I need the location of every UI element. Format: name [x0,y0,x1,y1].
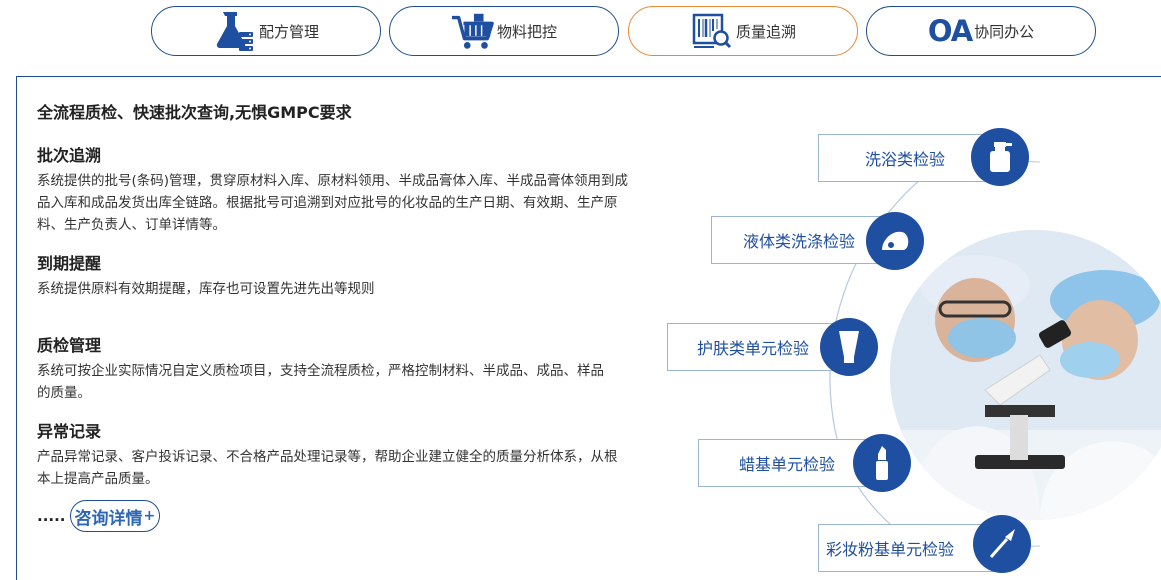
panel-headline: 全流程质检、快速批次查询,无惧GMPC要求 [37,103,352,122]
lipstick-icon [853,434,911,492]
tab-label: 协同办公 [974,22,1035,41]
section-body-batch-tracing: 系统提供的批号(条码)管理，贯穿原材料入库、原材料领用、半成品膏体入库、半成品膏… [37,173,629,233]
brush-icon [973,515,1031,573]
item-label: 彩妆粉基单元检验 [826,540,955,559]
item-wax-based-inspection[interactable]: 蜡基单元检验 [698,439,878,487]
item-label: 液体类洗涤检验 [743,232,856,251]
section-body-exception-records: 产品异常记录、客户投诉记录、不合格产品处理记录等，帮助企业建立健全的质量分析体系… [37,449,618,487]
cart-icon [451,10,495,52]
lab-photo [890,230,1161,520]
cream-tube-icon [820,318,878,376]
oa-icon: OA [927,14,973,48]
section-title-expiry-reminder: 到期提醒 [37,254,102,273]
item-liquid-wash-inspection[interactable]: 液体类洗涤检验 [711,216,891,264]
section-title-batch-tracing: 批次追溯 [37,146,102,165]
tab-label: 配方管理 [258,22,319,41]
item-label: 护肤类单元检验 [697,339,810,358]
flask-icon [213,10,257,52]
tab-label: 物料把控 [496,22,557,41]
plus-icon: + [143,508,156,524]
barcode-search-icon [690,10,734,52]
drop-icon [866,212,924,270]
tab-material-control[interactable]: 物料把控 [389,6,619,56]
more-row: ..... 咨询详情 + [37,500,161,532]
tab-quality-tracing[interactable]: 质量追溯 [628,6,858,56]
section-body-quality-inspection: 系统可按企业实际情况自定义质检项目，支持全流程质检，严格控制材料、半成品、成品、… [37,363,604,401]
item-label: 洗浴类检验 [865,150,946,169]
section-body-expiry-reminder: 系统提供原料有效期提醒，库存也可设置先进先出等规则 [37,281,375,297]
tab-formula-management[interactable]: 配方管理 [151,6,381,56]
consult-details-button[interactable]: 咨询详情 + [69,500,161,532]
module-tabs: 配方管理 物料把控 质量追溯 OA 协同办公 [0,0,1161,70]
item-bath-inspection[interactable]: 洗浴类检验 [818,134,996,182]
spray-bottle-icon [971,128,1029,186]
item-powder-makeup-inspection[interactable]: 彩妆粉基单元检验 [818,524,998,572]
section-title-quality-inspection: 质检管理 [37,336,102,355]
ellipsis: ..... [37,507,66,525]
tab-label: 质量追溯 [735,22,796,41]
item-label: 蜡基单元检验 [739,455,836,474]
tab-oa-collaboration[interactable]: OA 协同办公 [866,6,1096,56]
consult-label: 咨询详情 [74,508,143,529]
section-title-exception-records: 异常记录 [37,422,102,441]
